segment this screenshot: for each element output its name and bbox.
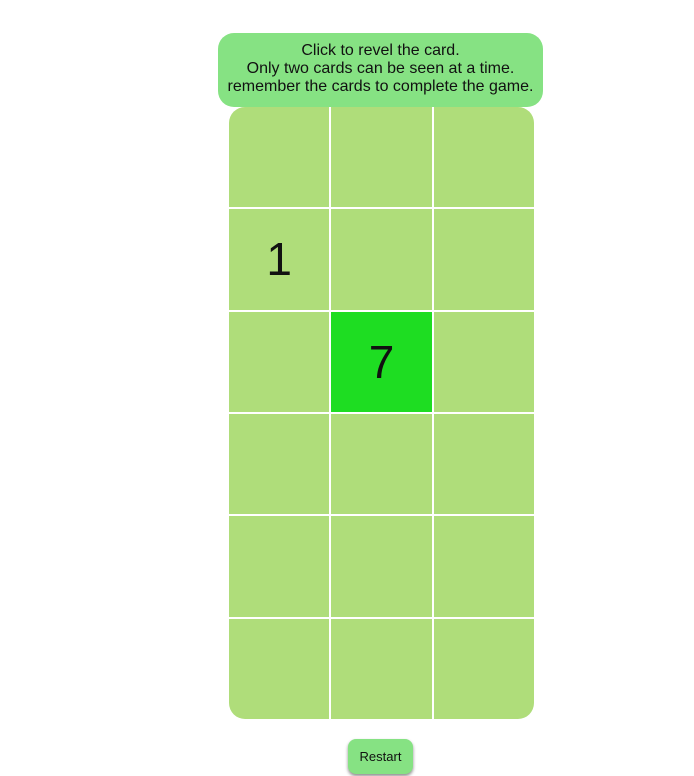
- card[interactable]: [229, 516, 330, 617]
- instructions-panel: Click to revel the card. Only two cards …: [218, 33, 543, 107]
- card[interactable]: [433, 209, 534, 310]
- card[interactable]: [433, 516, 534, 617]
- card[interactable]: [229, 311, 330, 412]
- card[interactable]: [229, 107, 330, 208]
- card[interactable]: [433, 311, 534, 412]
- card[interactable]: 7: [331, 311, 432, 412]
- instruction-line: Only two cards can be seen at a time.: [246, 60, 515, 77]
- card[interactable]: [331, 107, 432, 208]
- card[interactable]: [331, 516, 432, 617]
- card[interactable]: [331, 414, 432, 515]
- card[interactable]: 1: [229, 209, 330, 310]
- card[interactable]: [229, 618, 330, 719]
- card[interactable]: [433, 618, 534, 719]
- instruction-line: Click to revel the card.: [301, 42, 460, 59]
- card[interactable]: [433, 414, 534, 515]
- card[interactable]: [433, 107, 534, 208]
- card[interactable]: [229, 414, 330, 515]
- card[interactable]: [331, 209, 432, 310]
- restart-button[interactable]: Restart: [348, 739, 413, 774]
- card[interactable]: [331, 618, 432, 719]
- card-grid: 1 7: [229, 107, 534, 719]
- game-page: Click to revel the card. Only two cards …: [0, 0, 694, 776]
- instruction-line: remember the cards to complete the game.: [227, 78, 534, 95]
